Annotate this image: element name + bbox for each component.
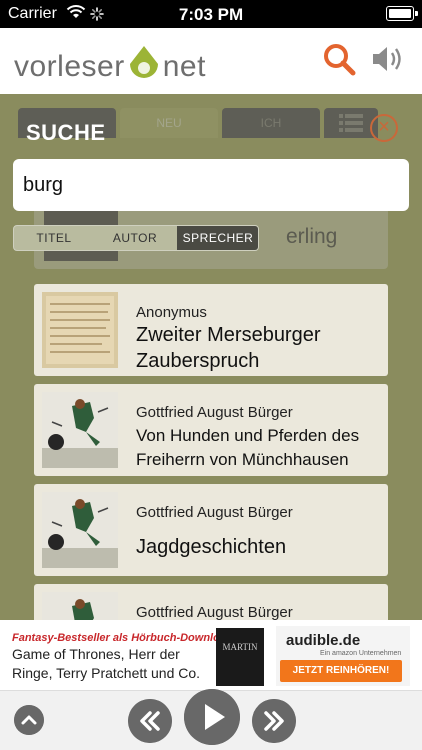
search-icon[interactable] (322, 42, 356, 76)
muenchhausen-cover (42, 492, 118, 568)
status-bar: Carrier 7:03 PM (0, 0, 422, 28)
logo-text-left: vorleser (14, 50, 125, 83)
ad-brand: audible.de (286, 632, 361, 649)
item-title: Zweiter Merseburger Zauberspruch (136, 324, 321, 372)
item-title: Jagdgeschichten (136, 536, 287, 558)
item-author: Gottfried August Bürger (136, 604, 293, 620)
ad-cover-text: MARTIN (222, 642, 258, 652)
player-bar (0, 689, 422, 750)
list-item[interactable]: Gottfried August Bürger Jagdgeschichten (34, 484, 388, 576)
tab-ich[interactable]: ICH (222, 108, 320, 138)
search-filter-segmented: TITEL AUTOR SPRECHER (13, 225, 259, 251)
speaker-icon[interactable] (370, 42, 406, 76)
ad-cta-button[interactable]: JETZT REINHÖREN! (280, 660, 402, 682)
ad-text: Game of Thrones, Herr der Ringe, Terry P… (12, 646, 201, 681)
list-icon (339, 114, 363, 132)
item-author: Gottfried August Bürger (136, 404, 293, 421)
clock: 7:03 PM (178, 5, 244, 24)
search-input[interactable] (13, 159, 409, 211)
tab-neu[interactable]: NEU (120, 108, 218, 138)
filter-autor[interactable]: AUTOR (94, 226, 176, 250)
item-author: Anonymus (136, 304, 207, 321)
filter-titel[interactable]: TITEL (14, 226, 94, 250)
list-item[interactable]: Gottfried August Bürger Von Hunden und P… (34, 384, 388, 476)
list-item[interactable]: Gottfried August Bürger (34, 584, 388, 620)
filter-sprecher[interactable]: SPRECHER (177, 226, 258, 250)
item-title: Von Hunden und Pferden des Freiherrn von… (136, 426, 360, 469)
play-icon[interactable] (184, 689, 240, 745)
search-heading: SUCHE (26, 120, 106, 145)
close-icon[interactable]: × (370, 114, 398, 142)
logo-text-right: net (162, 50, 206, 83)
muenchhausen-cover (42, 592, 118, 620)
logo[interactable]: vorleser net (14, 44, 206, 84)
background-title: erling (286, 225, 338, 248)
app-header: vorleser net (0, 28, 422, 94)
chevron-up-icon[interactable] (14, 705, 44, 735)
rewind-icon[interactable] (128, 699, 172, 743)
item-author: Gottfried August Bürger (136, 504, 293, 521)
ad-banner[interactable]: Fantasy-Bestseller als Hörbuch-Downloads… (0, 620, 422, 690)
ad-brand-sub: Ein amazon Unternehmen (320, 650, 402, 657)
ad-brand-box: audible.de Ein amazon Unternehmen JETZT … (276, 626, 410, 686)
list-item[interactable]: Anonymus Zweiter Merseburger Zauberspruc… (34, 284, 388, 376)
logo-drop-icon (129, 46, 158, 78)
manuscript-cover (42, 292, 118, 368)
ad-book-cover: MARTIN (216, 628, 264, 686)
muenchhausen-cover (42, 392, 118, 468)
ad-tagline: Fantasy-Bestseller als Hörbuch-Downloads (12, 632, 239, 644)
battery-icon (386, 6, 418, 21)
fast-forward-icon[interactable] (252, 699, 296, 743)
